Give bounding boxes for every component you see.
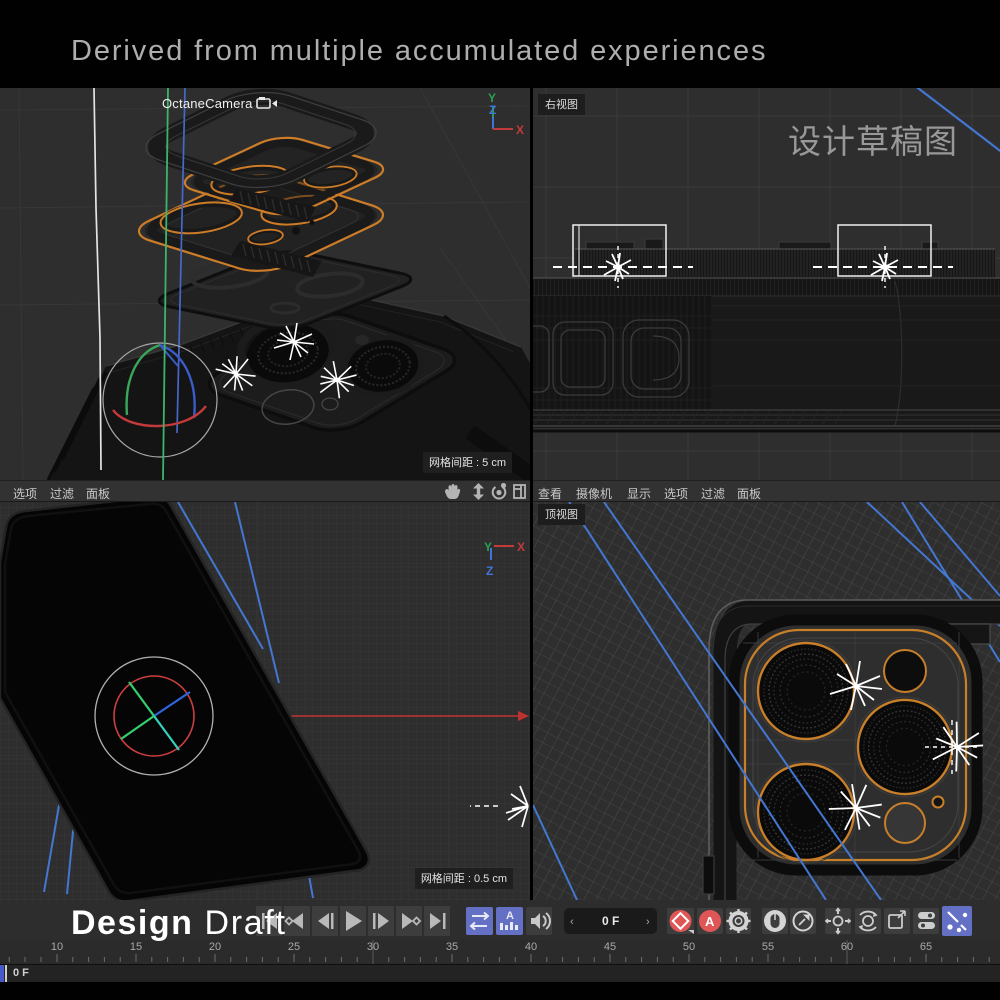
svg-text:X: X [517, 540, 525, 554]
svg-text:Z: Z [489, 103, 496, 117]
svg-text:0 F: 0 F [602, 914, 619, 928]
svg-text:›: › [646, 916, 650, 928]
svg-text:X: X [516, 123, 524, 137]
svg-text:‹: ‹ [570, 916, 574, 928]
svg-text:Z: Z [486, 564, 493, 578]
svg-text:Y: Y [484, 540, 492, 554]
svg-text:A: A [705, 914, 715, 929]
svg-text:A: A [506, 910, 514, 922]
